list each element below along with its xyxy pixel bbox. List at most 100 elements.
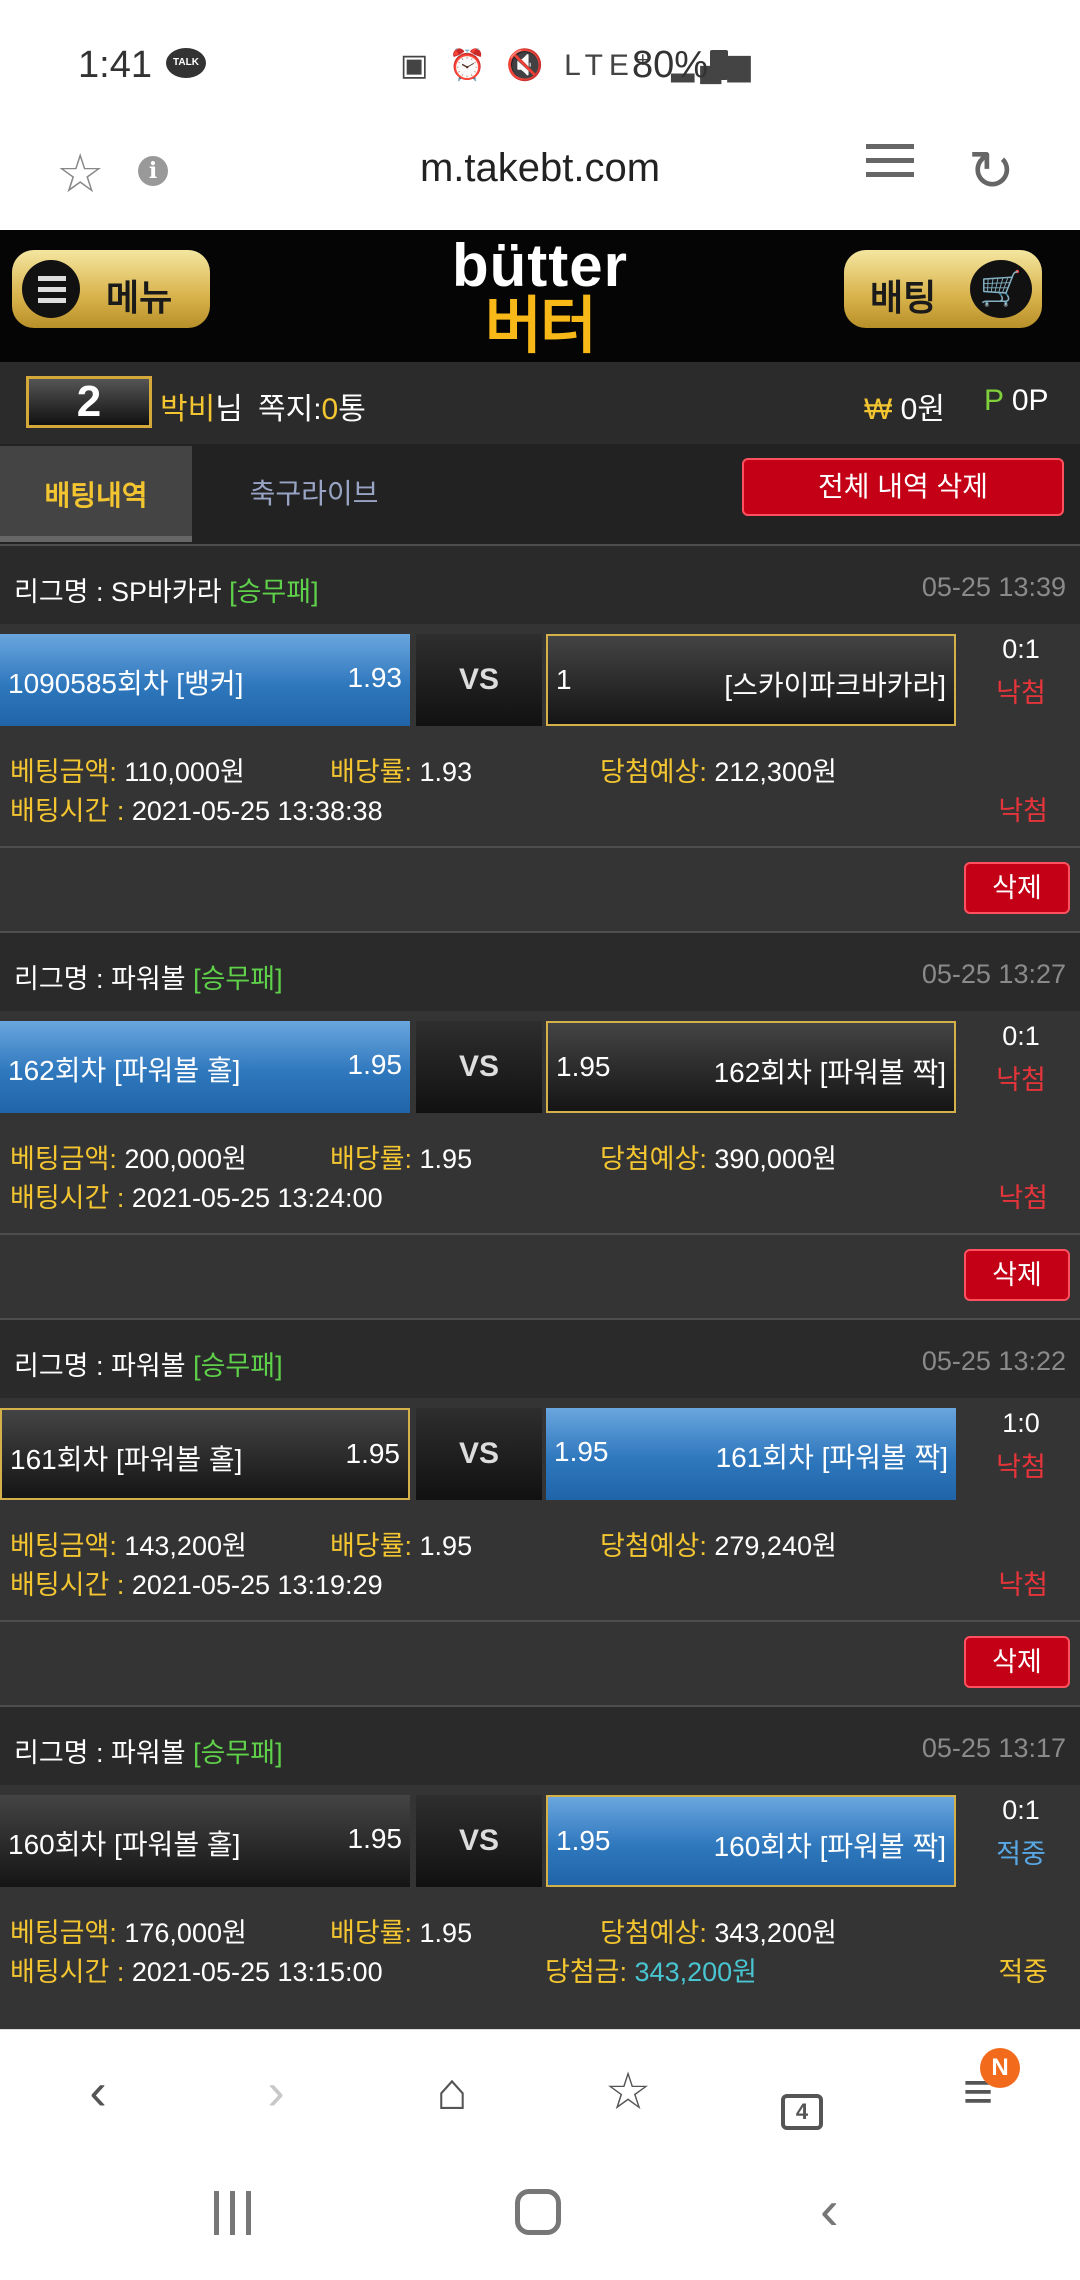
bet-odds: 배당률: 1.95 (330, 1524, 472, 1563)
match-row: 160회차 [파워볼 홀] 1.95 VS 1.95 160회차 [파워볼 짝] (0, 1795, 960, 1887)
delete-all-button[interactable]: 전체 내역 삭제 (742, 458, 1064, 516)
bet-card: 리그명 : 파워볼 [승무패] 05-25 13:17 160회차 [파워볼 홀… (0, 1705, 1080, 2029)
home-selection[interactable]: 1090585회차 [뱅커] 1.93 (0, 634, 410, 726)
won-amount: 0원 (900, 393, 945, 426)
match-score: 1:0 낙첨 (966, 1408, 1076, 1484)
browser-bottom-nav: ‹ › ⌂ ☆ 4 ≡ N (0, 2029, 1080, 2157)
bet-amount-label: 베팅금액: (10, 757, 125, 787)
expected-win: 당첨예상: 212,300원 (600, 750, 837, 789)
home-icon[interactable]: ⌂ (412, 2062, 492, 2122)
kakaotalk-icon: TALK (166, 48, 206, 78)
league-label: 리그명 : (14, 1738, 112, 1768)
away-odds: 1.95 (554, 1436, 609, 1467)
notification-badge: N (980, 2048, 1020, 2088)
league-value: 파워볼 (111, 1738, 186, 1768)
home-selection[interactable]: 161회차 [파워볼 홀] 1.95 (0, 1408, 410, 1500)
expected-win: 당첨예상: 279,240원 (600, 1524, 837, 1563)
away-name: [스카이파크바카라] (724, 670, 946, 701)
messages-unit: 통 (338, 393, 366, 426)
bet-time-value: 2021-05-25 13:24:00 (131, 1183, 383, 1213)
delete-button[interactable]: 삭제 (964, 862, 1070, 914)
url-text[interactable]: m.takebt.com (0, 146, 1080, 191)
away-selection[interactable]: 1 [스카이파크바카라] (546, 634, 956, 726)
tab-betting-history[interactable]: 배팅내역 (0, 446, 192, 542)
league-name: 리그명 : SP바카라 [승무패] (14, 570, 319, 609)
messages-link[interactable]: 쪽지:0통 (258, 384, 366, 428)
league-datetime: 05-25 13:17 (921, 1733, 1066, 1763)
home-selection[interactable]: 162회차 [파워볼 홀] 1.95 (0, 1021, 410, 1113)
odds-value: 1.95 (419, 1918, 473, 1948)
battery-saver-icon: ▣ (400, 49, 435, 82)
league-name: 리그명 : 파워볼 [승무패] (14, 1344, 283, 1383)
win-amount: 당첨금: 343,200원 (545, 1950, 757, 1989)
away-selection[interactable]: 1.95 162회차 [파워볼 짝] (546, 1021, 956, 1113)
win-amount-value: 343,200원 (634, 1957, 757, 1987)
away-name: 162회차 [파워볼 짝] (713, 1057, 946, 1088)
away-name: 161회차 [파워볼 짝] (715, 1442, 948, 1473)
bet-amount-value: 200,000원 (124, 1144, 247, 1174)
away-selection[interactable]: 1.95 161회차 [파워볼 짝] (546, 1408, 956, 1500)
bet-card: 리그명 : SP바카라 [승무패] 05-25 13:39 1090585회차 … (0, 544, 1080, 931)
logo-korean: 버터 (484, 292, 597, 361)
status-time: 1:41 (78, 44, 152, 86)
site-logo[interactable]: bütter 버터 (420, 236, 660, 358)
league-value: 파워볼 (111, 964, 186, 994)
system-back-icon[interactable]: ‹ (820, 2177, 839, 2242)
bet-amount: 베팅금액: 143,200원 (10, 1524, 247, 1563)
expected-value: 390,000원 (714, 1144, 837, 1174)
match-row: 1090585회차 [뱅커] 1.93 VS 1 [스카이파크바카라] (0, 634, 960, 726)
bet-card: 리그명 : 파워볼 [승무패] 05-25 13:22 161회차 [파워볼 홀… (0, 1318, 1080, 1705)
home-name: 161회차 [파워볼 홀] (10, 1444, 243, 1475)
menu-button[interactable]: 메뉴 (12, 250, 210, 328)
money-balance: ₩ 0원 (864, 384, 945, 428)
odds-label: 배당률: (330, 1531, 420, 1561)
history-tabs: 배팅내역 축구라이브 전체 내역 삭제 (0, 444, 1080, 544)
away-selection[interactable]: 1.95 160회차 [파워볼 짝] (546, 1795, 956, 1887)
tabs-icon[interactable]: 4 (762, 2072, 842, 2132)
bet-history-list: 리그명 : SP바카라 [승무패] 05-25 13:39 1090585회차 … (0, 544, 1080, 2029)
match-row: 161회차 [파워볼 홀] 1.95 VS 1.95 161회차 [파워볼 짝] (0, 1408, 960, 1500)
bet-amount-value: 110,000원 (124, 757, 245, 787)
bet-time: 배팅시간 : 2021-05-25 13:15:00 (10, 1950, 383, 1989)
bet-status: 적중 (998, 1957, 1048, 1987)
bet-odds: 배당률: 1.95 (330, 1137, 472, 1176)
delete-button[interactable]: 삭제 (964, 1636, 1070, 1688)
tab-soccer-live[interactable]: 축구라이브 (194, 446, 434, 542)
betting-cart-button[interactable]: 배팅 🛒 (844, 250, 1042, 328)
bet-odds: 배당률: 1.93 (330, 750, 472, 789)
delete-button[interactable]: 삭제 (964, 1249, 1070, 1301)
league-datetime: 05-25 13:27 (921, 959, 1066, 989)
home-odds: 1.95 (347, 1823, 403, 1854)
home-selection[interactable]: 160회차 [파워볼 홀] 1.95 (0, 1795, 410, 1887)
match-row: 162회차 [파워볼 홀] 1.95 VS 1.95 162회차 [파워볼 짝] (0, 1021, 960, 1113)
vs-label: VS (416, 1795, 542, 1887)
battery-icon (710, 50, 728, 80)
score-value: 0:1 (1002, 634, 1040, 664)
bet-amount: 베팅금액: 200,000원 (10, 1137, 247, 1176)
system-home-icon[interactable] (515, 2189, 561, 2235)
recents-icon[interactable] (210, 2191, 258, 2235)
expected-label: 당첨예상: (600, 1144, 715, 1174)
bookmarks-icon[interactable]: ☆ (588, 2062, 668, 2122)
bet-amount-label: 베팅금액: (10, 1531, 125, 1561)
level-badge: 2 (26, 376, 152, 428)
league-label: 리그명 : (14, 964, 112, 994)
point-icon: P (984, 384, 1004, 417)
expected-label: 당첨예상: (600, 757, 715, 787)
expected-value: 343,200원 (714, 1918, 837, 1948)
bet-time: 배팅시간 : 2021-05-25 13:38:38 (10, 789, 383, 828)
reload-icon[interactable]: ↻ (968, 138, 1015, 204)
league-header: 리그명 : 파워볼 [승무패] 05-25 13:17 (0, 1707, 1080, 1785)
back-icon[interactable]: ‹ (58, 2062, 138, 2122)
reader-mode-icon[interactable] (866, 144, 914, 192)
away-odds: 1.95 (556, 1051, 611, 1082)
expected-value: 279,240원 (714, 1531, 837, 1561)
forward-icon[interactable]: › (236, 2062, 316, 2122)
home-odds: 1.93 (347, 662, 403, 693)
bet-time-label: 배팅시간 : (10, 796, 132, 826)
bet-amount-value: 143,200원 (124, 1531, 247, 1561)
alarm-icon: ⏰ (448, 49, 493, 82)
away-name: 160회차 [파워볼 짝] (713, 1831, 946, 1862)
odds-value: 1.95 (419, 1144, 473, 1174)
home-name: 162회차 [파워볼 홀] (8, 1055, 241, 1086)
